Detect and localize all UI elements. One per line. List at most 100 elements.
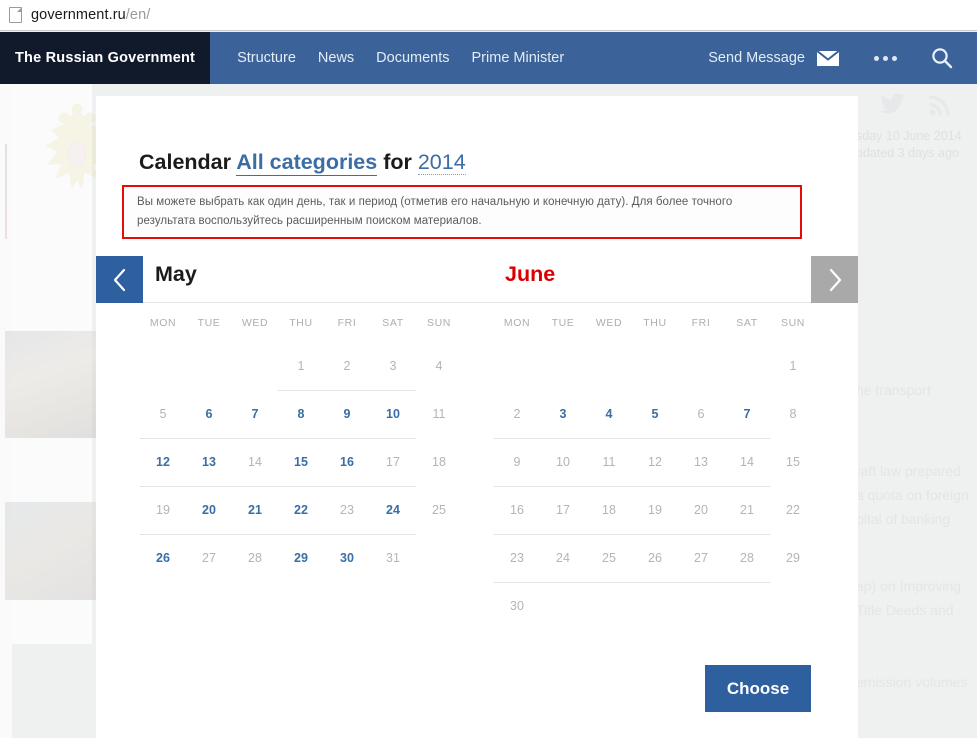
- background-photo-2: [5, 502, 97, 600]
- calendar-day-active[interactable]: 29: [278, 535, 324, 582]
- calendar-day: 11: [432, 407, 446, 421]
- calendar-day-active[interactable]: 8: [278, 391, 324, 438]
- calendar-modal: Calendar All categories for 2014 Вы може…: [96, 96, 858, 738]
- weekday-fri: FRI: [337, 317, 357, 329]
- calendar-day: 2: [343, 359, 351, 373]
- calendar-day-empty: [494, 343, 540, 390]
- calendar-day: 15: [786, 455, 800, 469]
- url-path: /en/: [125, 7, 151, 23]
- calendar-day-active[interactable]: 6: [186, 391, 232, 438]
- background-snippet-2: raft law prepared a quota on foreign pit…: [856, 463, 969, 527]
- calendar-day-empty: [724, 583, 770, 630]
- twitter-icon: [880, 93, 906, 120]
- calendar-day: 6: [697, 407, 705, 421]
- calendar-day: 27: [694, 551, 708, 565]
- calendar-day: 27: [202, 551, 216, 565]
- search-icon[interactable]: [931, 47, 953, 69]
- weekday-thu: THU: [643, 317, 667, 329]
- background-snippet-3: ap) on Improving Title Deeds and: [856, 578, 962, 618]
- notice-box: Вы можете выбрать как один день, так и п…: [122, 185, 802, 239]
- calendar-day: 18: [432, 455, 446, 469]
- prev-month-button[interactable]: [96, 256, 143, 303]
- calendar-day: 11: [602, 455, 616, 469]
- calendar-day: 20: [694, 503, 708, 517]
- year-link[interactable]: 2014: [417, 150, 466, 175]
- background-snippet-4: emission volumes: [856, 674, 968, 690]
- calendar-week-row: 23 24 25 26 27 28 29: [494, 535, 816, 582]
- weekday-mon: MON: [503, 317, 531, 329]
- calendar-day-active[interactable]: 10: [370, 391, 416, 438]
- weekday-fri: FRI: [691, 317, 711, 329]
- next-month-button[interactable]: [811, 256, 858, 303]
- calendar-day: 8: [789, 407, 797, 421]
- calendar-day: 17: [556, 503, 570, 517]
- weekday-wed: WED: [595, 317, 623, 329]
- calendar-day-empty: [724, 343, 770, 390]
- nav-item-news[interactable]: News: [307, 32, 365, 84]
- calendar-day-active[interactable]: 12: [140, 439, 186, 486]
- calendar-day: 14: [740, 455, 754, 469]
- calendar-day: 30: [510, 599, 524, 613]
- weekday-sat: SAT: [382, 317, 404, 329]
- page-title: Calendar All categories for 2014: [139, 150, 466, 176]
- calendar-day-active[interactable]: 22: [278, 487, 324, 534]
- calendar-day-active[interactable]: 16: [324, 439, 370, 486]
- calendar-day: 28: [740, 551, 754, 565]
- calendar-day-active[interactable]: 15: [278, 439, 324, 486]
- calendar-week-row: 30: [494, 583, 816, 630]
- calendar-day: 12: [648, 455, 662, 469]
- calendar-week-row: 2 345 6 7 8: [494, 391, 816, 438]
- calendar-day: 1: [789, 359, 797, 373]
- weekday-thu: THU: [289, 317, 313, 329]
- calendar-day: 4: [435, 359, 443, 373]
- calendar-day: 2: [513, 407, 521, 421]
- calendar-day: 25: [602, 551, 616, 565]
- nav-item-documents[interactable]: Documents: [365, 32, 460, 84]
- calendar-day: 18: [602, 503, 616, 517]
- calendar-grid-left: MON TUE WED THU FRI SAT SUN 1 2 3 4 5 6 7 8 9 10 1…: [140, 303, 462, 582]
- calendar-day-active[interactable]: 7: [724, 391, 770, 438]
- brand-home-link[interactable]: The Russian Government: [0, 32, 211, 84]
- send-message-label[interactable]: Send Message: [708, 50, 805, 66]
- calendar-day-empty: [540, 583, 586, 630]
- nav-item-structure[interactable]: Structure: [226, 32, 307, 84]
- calendar-week-row: 12 13 14 15 16 17 18: [140, 439, 462, 486]
- calendar-day-empty: [632, 583, 678, 630]
- title-calendar-word: Calendar: [139, 150, 232, 174]
- calendar-day-active[interactable]: 7: [232, 391, 278, 438]
- choose-button[interactable]: Choose: [705, 665, 811, 712]
- calendar-day: 5: [159, 407, 167, 421]
- ellipsis-icon[interactable]: [874, 55, 897, 61]
- calendar-day-empty: [678, 343, 724, 390]
- all-categories-link[interactable]: All categories: [236, 150, 378, 176]
- main-nav: Structure News Documents Prime Minister: [226, 32, 575, 84]
- calendar-day-active[interactable]: 21: [232, 487, 278, 534]
- calendar-day-active[interactable]: 13: [186, 439, 232, 486]
- nav-item-prime-minister[interactable]: Prime Minister: [461, 32, 576, 84]
- calendar-day: 1: [297, 359, 305, 373]
- background-snippet-1: he transport: [856, 382, 931, 398]
- background-photo-1: [5, 331, 97, 438]
- calendar-day-active[interactable]: 24: [370, 487, 416, 534]
- calendar-day: 16: [510, 503, 524, 517]
- calendar-day: 24: [556, 551, 570, 565]
- calendar-day-active[interactable]: 5: [632, 391, 678, 438]
- calendar-day: 21: [740, 503, 754, 517]
- weekday-header-right: MON TUE WED THU FRI SAT SUN: [494, 303, 816, 343]
- weekday-wed: WED: [241, 317, 269, 329]
- calendar-day-active[interactable]: 4: [586, 391, 632, 438]
- calendar-day-empty: [770, 583, 816, 630]
- background-accent-line: [5, 144, 7, 239]
- calendar-day-empty: [140, 343, 186, 390]
- calendar-day: 23: [340, 503, 354, 517]
- calendar-day-active[interactable]: 3: [540, 391, 586, 438]
- calendar-week-row: 16 17 18 19 20 21 22: [494, 487, 816, 534]
- calendar-day-active[interactable]: 26: [140, 535, 186, 582]
- calendar-day: 29: [786, 551, 800, 565]
- weekday-sat: SAT: [736, 317, 758, 329]
- calendar-day-active[interactable]: 9: [324, 391, 370, 438]
- mail-icon[interactable]: [816, 49, 840, 67]
- calendar-day-active[interactable]: 20: [186, 487, 232, 534]
- browser-url-bar[interactable]: government.ru/en/: [0, 0, 977, 31]
- calendar-day-active[interactable]: 30: [324, 535, 370, 582]
